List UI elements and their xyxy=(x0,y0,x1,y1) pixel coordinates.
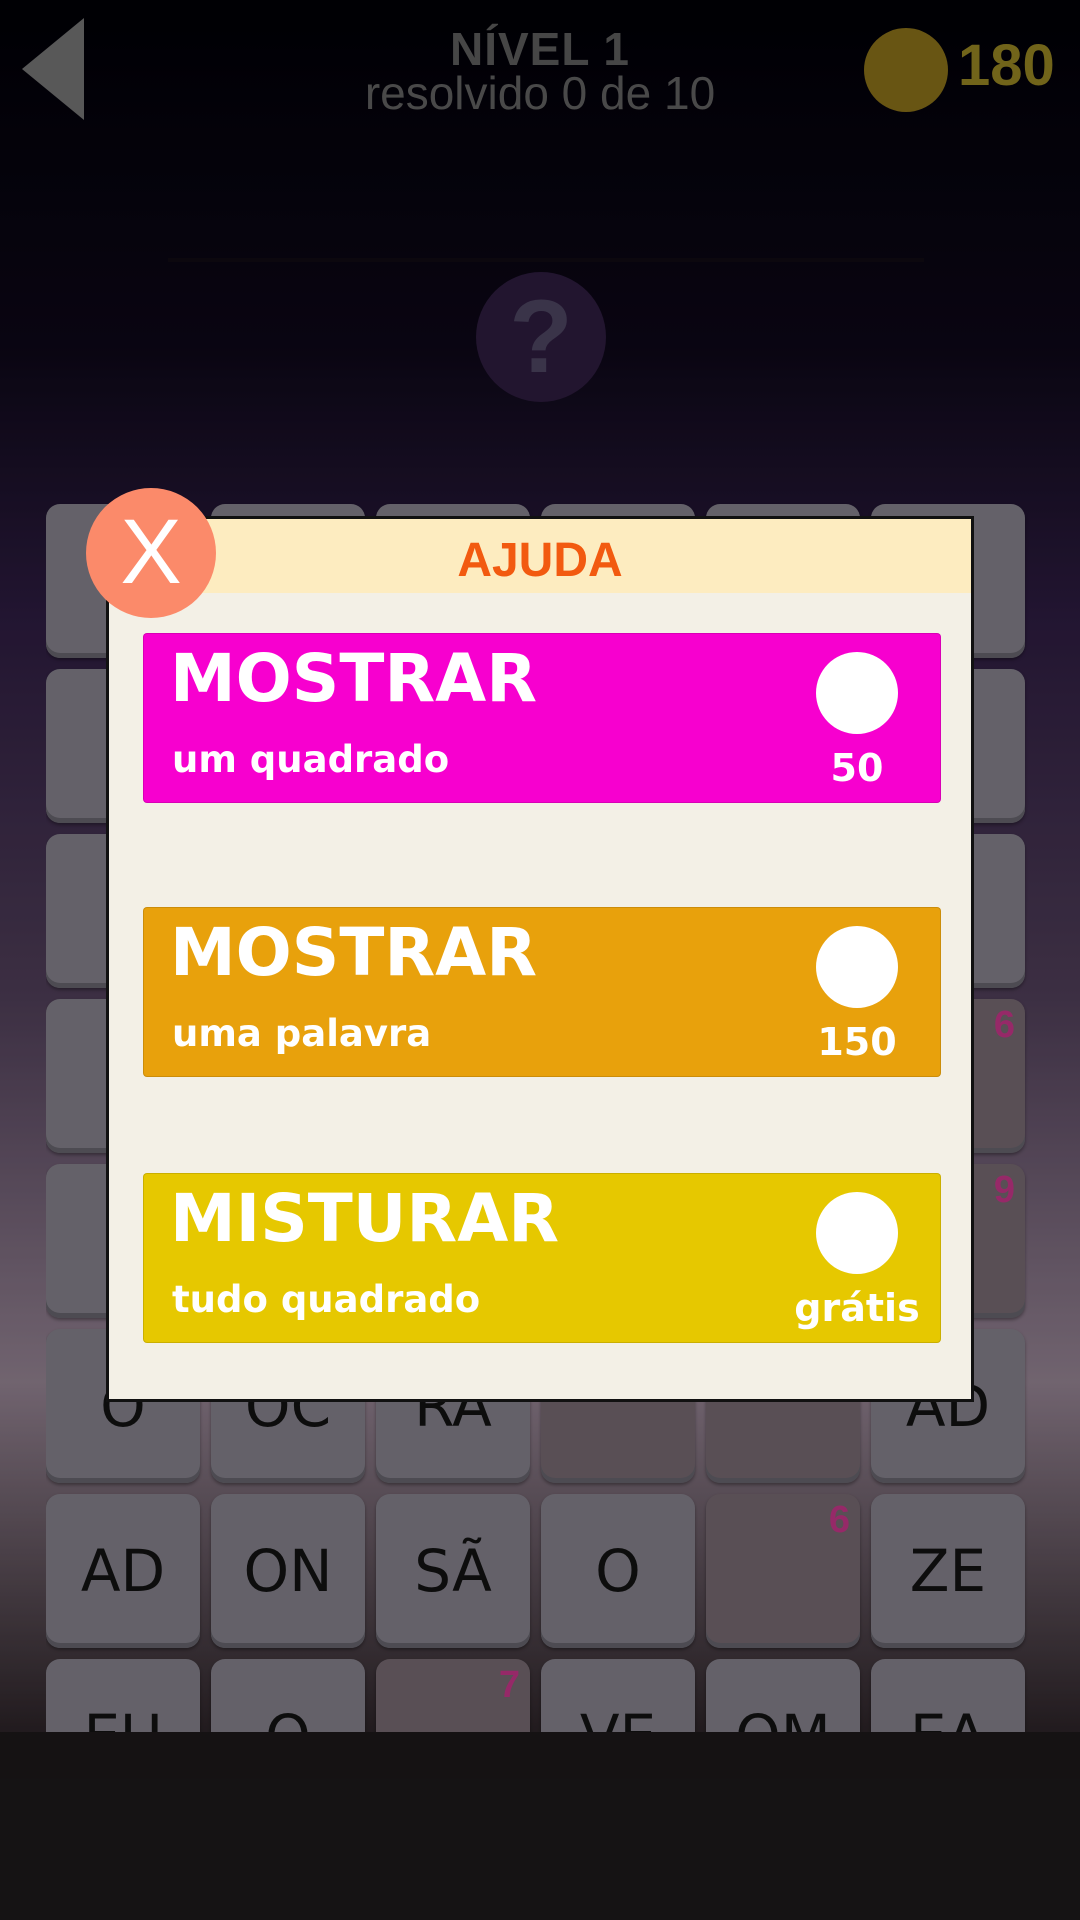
option-title: MOSTRAR xyxy=(170,914,538,991)
option-title: MOSTRAR xyxy=(170,640,538,717)
option-title: MISTURAR xyxy=(170,1180,560,1257)
option-cost: 150 xyxy=(817,1020,897,1064)
reveal-square-button[interactable]: MOSTRAR um quadrado 50 xyxy=(143,633,941,803)
coin-icon xyxy=(816,926,898,1008)
option-subtitle: tudo quadrado xyxy=(172,1278,481,1321)
dialog-title: AJUDA xyxy=(457,534,623,587)
shuffle-button[interactable]: MISTURAR tudo quadrado grátis xyxy=(143,1173,941,1343)
close-icon: X xyxy=(120,501,182,603)
option-cost: 50 xyxy=(830,746,884,790)
option-subtitle: um quadrado xyxy=(172,738,450,781)
option-subtitle: uma palavra xyxy=(172,1012,432,1055)
option-cost: grátis xyxy=(794,1286,920,1330)
coin-icon xyxy=(816,1192,898,1274)
close-button[interactable]: X xyxy=(86,488,216,618)
help-dialog: AJUDA MOSTRAR um quadrado 50 MOSTRAR uma… xyxy=(106,516,974,1402)
reveal-word-button[interactable]: MOSTRAR uma palavra 150 xyxy=(143,907,941,1077)
coin-icon xyxy=(816,652,898,734)
